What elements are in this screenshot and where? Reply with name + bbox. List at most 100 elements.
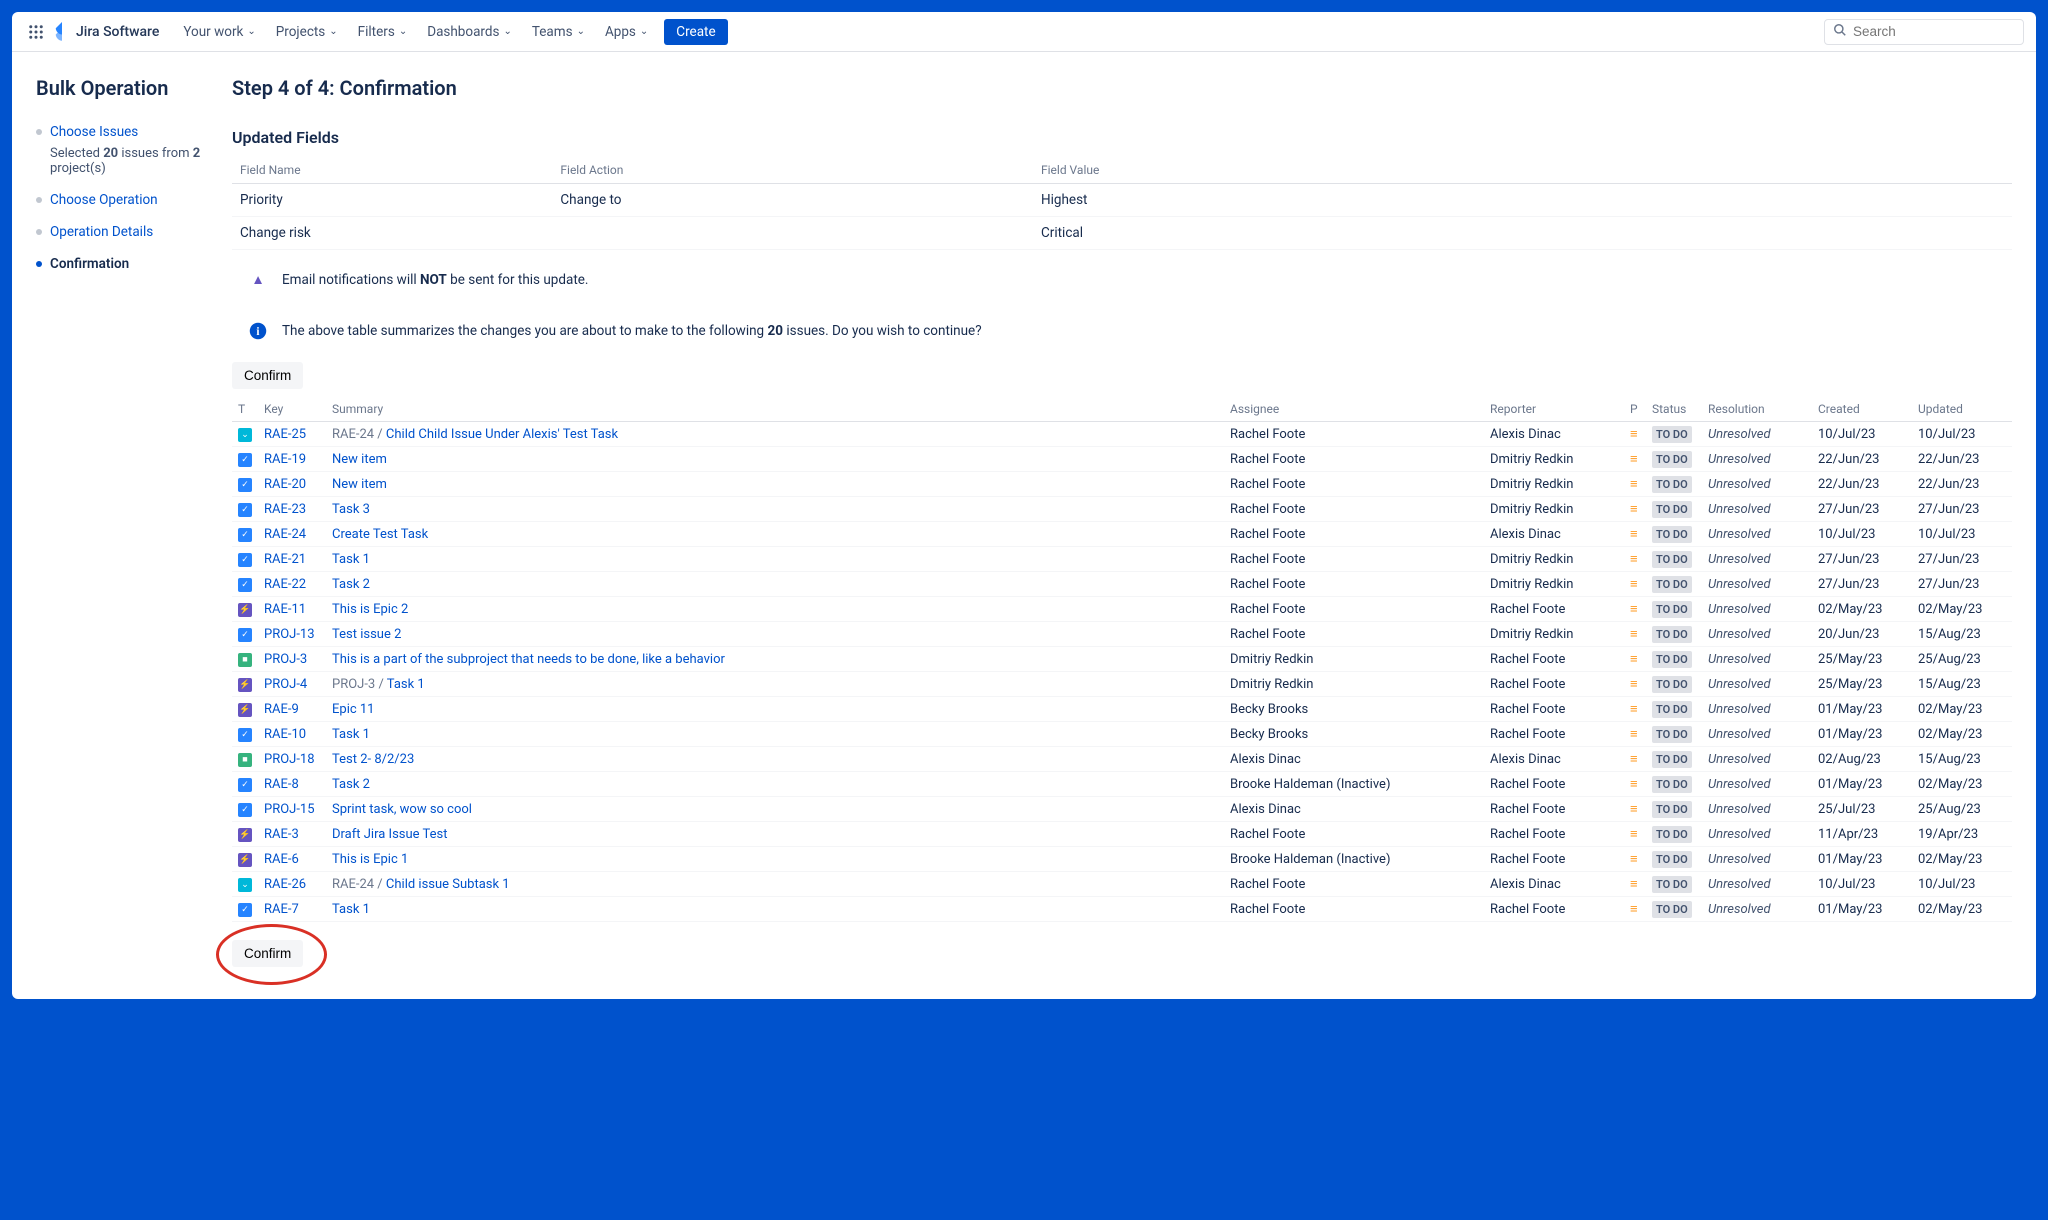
svg-text:i: i (256, 326, 259, 338)
col-summary[interactable]: Summary (326, 397, 1224, 422)
issue-row: ✓RAE-10Task 1Becky BrooksRachel Foote≡TO… (232, 722, 2012, 747)
status-badge: TO DO (1652, 726, 1692, 743)
issue-type-icon: ✓ (238, 903, 252, 917)
issue-key-link[interactable]: PROJ-13 (264, 627, 315, 642)
step-operation-details[interactable]: Operation Details (36, 224, 232, 240)
col-reporter[interactable]: Reporter (1484, 397, 1624, 422)
priority-icon: ≡ (1630, 477, 1638, 492)
summary-link[interactable]: Task 1 (332, 727, 370, 742)
issue-key-link[interactable]: RAE-19 (264, 452, 306, 467)
priority-icon: ≡ (1630, 527, 1638, 542)
summary-link[interactable]: This is Epic 1 (332, 852, 408, 867)
search-box[interactable] (1824, 19, 2024, 45)
summary-link[interactable]: This is Epic 2 (332, 602, 408, 617)
nav-item-dashboards[interactable]: Dashboards⌄ (419, 20, 520, 44)
summary-link[interactable]: Create Test Task (332, 527, 428, 542)
issue-row: ✓RAE-24Create Test TaskRachel FooteAlexi… (232, 522, 2012, 547)
field-row: PriorityChange toHighest (232, 184, 2012, 217)
chevron-down-icon: ⌄ (399, 26, 407, 37)
chevron-down-icon: ⌄ (503, 26, 511, 37)
issue-key-link[interactable]: RAE-3 (264, 827, 299, 842)
col-created[interactable]: Created (1812, 397, 1912, 422)
status-badge: TO DO (1652, 451, 1692, 468)
col-key[interactable]: Key (258, 397, 326, 422)
create-button[interactable]: Create (664, 19, 727, 45)
summary-link[interactable]: New item (332, 477, 387, 492)
issue-key-link[interactable]: RAE-25 (264, 427, 306, 442)
issue-type-icon: ⚡ (238, 703, 252, 717)
issue-type-icon: ✓ (238, 728, 252, 742)
issue-key-link[interactable]: RAE-24 (264, 527, 306, 542)
issue-key-link[interactable]: RAE-6 (264, 852, 299, 867)
status-badge: TO DO (1652, 801, 1692, 818)
col-assignee[interactable]: Assignee (1224, 397, 1484, 422)
issue-key-link[interactable]: PROJ-18 (264, 752, 315, 767)
search-input[interactable] (1853, 24, 2015, 39)
summary-link[interactable]: New item (332, 452, 387, 467)
summary-link[interactable]: Draft Jira Issue Test (332, 827, 448, 842)
summary-link[interactable]: Task 1 (387, 677, 425, 692)
summary-link[interactable]: Task 2 (332, 577, 370, 592)
summary-link[interactable]: Epic 11 (332, 702, 375, 717)
confirm-button-bottom[interactable]: Confirm (232, 940, 303, 967)
chevron-down-icon: ⌄ (640, 26, 648, 37)
summary-link[interactable]: Test issue 2 (332, 627, 401, 642)
nav-item-filters[interactable]: Filters⌄ (350, 20, 416, 44)
summary-link[interactable]: Task 1 (332, 902, 370, 917)
status-badge: TO DO (1652, 676, 1692, 693)
issue-key-link[interactable]: RAE-26 (264, 877, 306, 892)
col-priority[interactable]: P (1624, 397, 1646, 422)
issue-row: ✓PROJ-15Sprint task, wow so coolAlexis D… (232, 797, 2012, 822)
priority-icon: ≡ (1630, 727, 1638, 742)
priority-icon: ≡ (1630, 877, 1638, 892)
col-resolution[interactable]: Resolution (1702, 397, 1812, 422)
col-status[interactable]: Status (1646, 397, 1702, 422)
issue-type-icon: ✓ (238, 628, 252, 642)
top-navigation: Jira Software Your work⌄Projects⌄Filters… (12, 12, 2036, 52)
col-field-action: Field Action (552, 157, 1033, 184)
summary-link[interactable]: Task 1 (332, 552, 370, 567)
issue-row: ⚡PROJ-4PROJ-3 / Task 1Dmitriy RedkinRach… (232, 672, 2012, 697)
summary-link[interactable]: Test 2- 8/2/23 (332, 752, 414, 767)
issue-key-link[interactable]: RAE-11 (264, 602, 306, 617)
nav-item-teams[interactable]: Teams⌄ (524, 20, 593, 44)
issue-key-link[interactable]: RAE-8 (264, 777, 299, 792)
col-type[interactable]: T (232, 397, 258, 422)
step-choose-issues[interactable]: Choose IssuesSelected 20 issues from 2 p… (36, 124, 232, 176)
issue-key-link[interactable]: RAE-10 (264, 727, 306, 742)
issue-row: ⚡RAE-11This is Epic 2Rachel FooteRachel … (232, 597, 2012, 622)
issue-key-link[interactable]: RAE-21 (264, 552, 306, 567)
issue-key-link[interactable]: RAE-20 (264, 477, 306, 492)
summary-link[interactable]: Child Child Issue Under Alexis' Test Tas… (386, 427, 618, 442)
issue-key-link[interactable]: RAE-22 (264, 577, 306, 592)
summary-link[interactable]: Sprint task, wow so cool (332, 802, 472, 817)
confirm-button-top[interactable]: Confirm (232, 362, 303, 389)
issue-type-icon: ✓ (238, 803, 252, 817)
priority-icon: ≡ (1630, 627, 1638, 642)
issue-key-link[interactable]: RAE-9 (264, 702, 299, 717)
nav-item-apps[interactable]: Apps⌄ (597, 20, 656, 44)
issue-key-link[interactable]: RAE-7 (264, 902, 299, 917)
issue-key-link[interactable]: PROJ-15 (264, 802, 315, 817)
issue-key-link[interactable]: RAE-23 (264, 502, 306, 517)
app-switcher-icon[interactable] (24, 20, 48, 44)
col-updated[interactable]: Updated (1912, 397, 2012, 422)
nav-item-projects[interactable]: Projects⌄ (268, 20, 346, 44)
status-badge: TO DO (1652, 626, 1692, 643)
nav-item-your-work[interactable]: Your work⌄ (175, 20, 263, 44)
summary-link[interactable]: This is a part of the subproject that ne… (332, 652, 725, 667)
issue-key-link[interactable]: PROJ-3 (264, 652, 307, 667)
status-badge: TO DO (1652, 776, 1692, 793)
status-badge: TO DO (1652, 476, 1692, 493)
summary-link[interactable]: Child issue Subtask 1 (386, 877, 510, 892)
issue-key-link[interactable]: PROJ-4 (264, 677, 307, 692)
priority-icon: ≡ (1630, 452, 1638, 467)
summary-link[interactable]: Task 3 (332, 502, 370, 517)
status-badge: TO DO (1652, 501, 1692, 518)
updated-fields-heading: Updated Fields (232, 128, 2012, 147)
issue-type-icon: ⌄ (238, 878, 252, 892)
step-choose-operation[interactable]: Choose Operation (36, 192, 232, 208)
field-row: Change riskCritical (232, 217, 2012, 250)
summary-link[interactable]: Task 2 (332, 777, 370, 792)
jira-logo[interactable]: Jira Software (52, 22, 159, 42)
